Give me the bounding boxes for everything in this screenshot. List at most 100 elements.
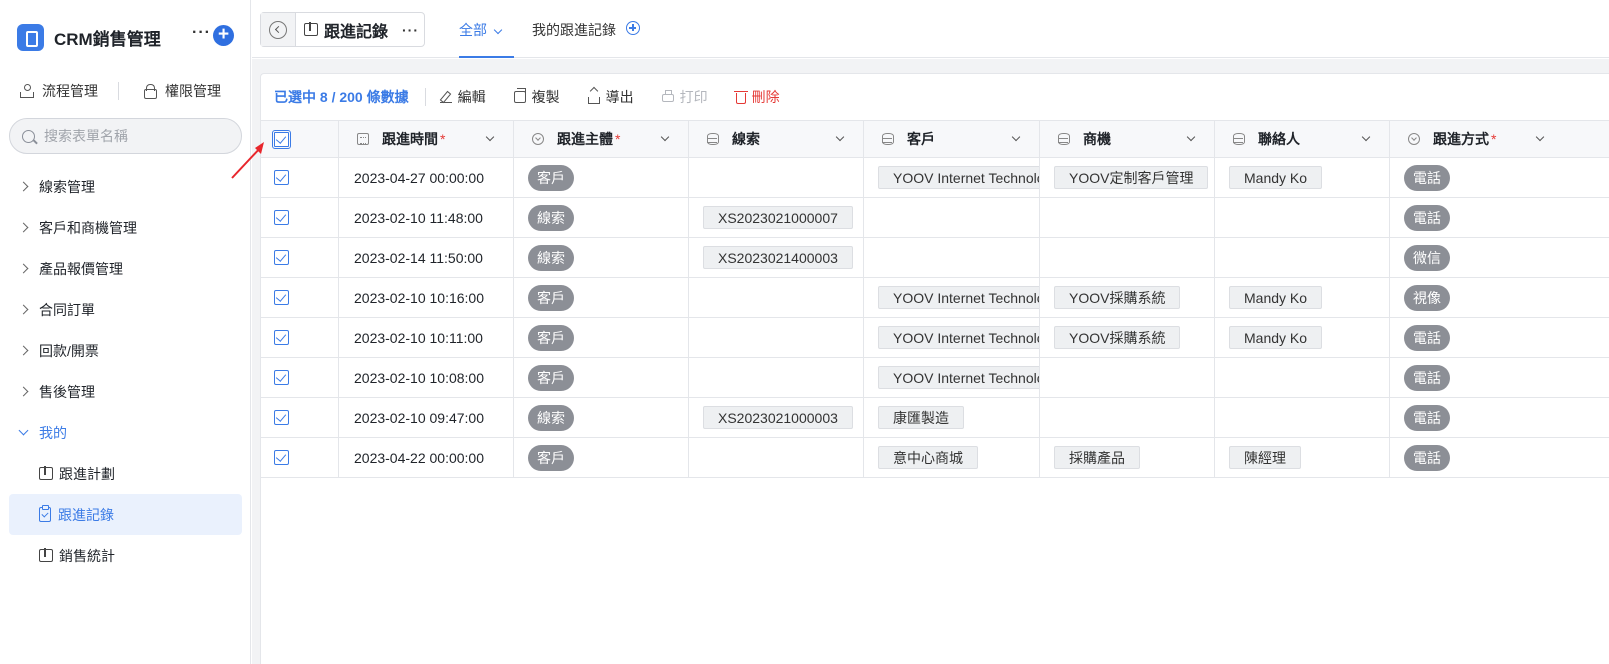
table-row[interactable]: 2023-02-10 09:47:00 線索 XS2023021000003 康匯製造… — [261, 398, 1609, 438]
opportunity-cell[interactable] — [1040, 198, 1215, 237]
customer-cell[interactable] — [864, 198, 1040, 237]
customer-tag[interactable]: YOOV Internet Technology — [878, 366, 1039, 389]
table-row[interactable]: 2023-02-10 11:48:00 線索 XS2023021000007 電話 — [261, 198, 1609, 238]
app-more-icon[interactable]: ··· — [192, 24, 211, 42]
customer-cell[interactable]: YOOV Internet Technology — [864, 278, 1040, 317]
nav-item-mine[interactable]: 我的 — [0, 412, 251, 453]
time-cell[interactable]: 2023-02-10 11:48:00 — [339, 198, 514, 237]
app-add-button[interactable]: + — [213, 25, 234, 46]
subject-cell[interactable]: 客戶 — [514, 318, 689, 357]
opportunity-cell[interactable]: YOOV採購系統 — [1040, 278, 1215, 317]
method-cell[interactable]: 電話 — [1390, 318, 1609, 357]
lead-tag[interactable]: XS2023021000007 — [703, 206, 853, 229]
opportunity-tag[interactable]: 採購產品 — [1054, 446, 1140, 469]
chevron-down-icon[interactable] — [835, 132, 845, 142]
row-checkbox[interactable] — [274, 290, 289, 305]
lead-tag[interactable]: XS2023021000003 — [703, 406, 853, 429]
opportunity-cell[interactable]: YOOV定制客戶管理 — [1040, 158, 1215, 197]
permission-management-button[interactable]: 權限管理 — [143, 81, 221, 101]
chevron-down-icon[interactable] — [660, 132, 670, 142]
table-row[interactable]: 2023-04-22 00:00:00 客戶 意中心商城 採購產品 陳經理 電話 — [261, 438, 1609, 478]
customer-cell[interactable]: YOOV Internet Technology — [864, 318, 1040, 357]
lead-cell[interactable] — [689, 318, 864, 357]
customer-cell[interactable]: YOOV Internet Technology — [864, 158, 1040, 197]
time-cell[interactable]: 2023-02-10 10:16:00 — [339, 278, 514, 317]
delete-button[interactable]: 刪除 — [733, 87, 780, 107]
contact-cell[interactable]: Mandy Ko — [1215, 158, 1390, 197]
contact-cell[interactable] — [1215, 198, 1390, 237]
contact-cell[interactable] — [1215, 358, 1390, 397]
method-cell[interactable]: 電話 — [1390, 398, 1609, 437]
row-checkbox[interactable] — [274, 450, 289, 465]
sub-item-follow-records[interactable]: 跟進記錄 — [9, 494, 242, 535]
add-view-icon[interactable] — [626, 21, 640, 35]
opportunity-tag[interactable]: YOOV定制客戶管理 — [1054, 166, 1209, 189]
column-header-subject[interactable]: 跟進主體 * — [514, 121, 689, 157]
subject-cell[interactable]: 客戶 — [514, 438, 689, 477]
row-checkbox[interactable] — [274, 330, 289, 345]
opportunity-cell[interactable] — [1040, 238, 1215, 277]
tab-my-records[interactable]: 我的跟進記錄 — [532, 20, 640, 58]
copy-button[interactable]: 複製 — [513, 87, 560, 107]
subject-cell[interactable]: 線索 — [514, 198, 689, 237]
sub-item-follow-plan[interactable]: 跟進計劃 — [9, 453, 242, 494]
contact-cell[interactable]: Mandy Ko — [1215, 278, 1390, 317]
time-cell[interactable]: 2023-02-10 10:11:00 — [339, 318, 514, 357]
time-cell[interactable]: 2023-02-14 11:50:00 — [339, 238, 514, 277]
subject-cell[interactable]: 線索 — [514, 398, 689, 437]
lead-cell[interactable] — [689, 438, 864, 477]
contact-cell[interactable]: Mandy Ko — [1215, 318, 1390, 357]
table-row[interactable]: 2023-02-10 10:16:00 客戶 YOOV Internet Techn… — [261, 278, 1609, 318]
opportunity-cell[interactable] — [1040, 398, 1215, 437]
contact-tag[interactable]: Mandy Ko — [1229, 166, 1323, 189]
lead-cell[interactable] — [689, 158, 864, 197]
row-checkbox[interactable] — [274, 410, 289, 425]
tab-all[interactable]: 全部 — [459, 20, 514, 58]
time-cell[interactable]: 2023-04-22 00:00:00 — [339, 438, 514, 477]
flow-management-button[interactable]: 流程管理 — [20, 81, 98, 101]
lead-tag[interactable]: XS2023021400003 — [703, 246, 853, 269]
export-button[interactable]: 導出 — [587, 87, 634, 107]
method-cell[interactable]: 電話 — [1390, 158, 1609, 197]
opportunity-tag[interactable]: YOOV採購系統 — [1054, 326, 1181, 349]
subject-cell[interactable]: 線索 — [514, 238, 689, 277]
nav-item-customers[interactable]: 客戶和商機管理 — [0, 207, 251, 248]
contact-cell[interactable] — [1215, 398, 1390, 437]
contact-tag[interactable]: Mandy Ko — [1229, 286, 1323, 309]
time-cell[interactable]: 2023-02-10 09:47:00 — [339, 398, 514, 437]
contact-cell[interactable]: 陳經理 — [1215, 438, 1390, 477]
time-cell[interactable]: 2023-02-10 10:08:00 — [339, 358, 514, 397]
lead-cell[interactable]: XS2023021000003 — [689, 398, 864, 437]
column-header-opportunity[interactable]: 商機 — [1040, 121, 1215, 157]
chevron-down-icon[interactable] — [1535, 132, 1545, 142]
column-header-lead[interactable]: 線索 — [689, 121, 864, 157]
table-row[interactable]: 2023-04-27 00:00:00 客戶 YOOV Internet Techn… — [261, 158, 1609, 198]
column-header-contact[interactable]: 聯絡人 — [1215, 121, 1390, 157]
lead-cell[interactable]: XS2023021000007 — [689, 198, 864, 237]
nav-item-quotes[interactable]: 產品報價管理 — [0, 248, 251, 289]
nav-item-contracts[interactable]: 合同訂單 — [0, 289, 251, 330]
contact-tag[interactable]: Mandy Ko — [1229, 326, 1323, 349]
chevron-down-icon[interactable] — [1361, 132, 1371, 142]
customer-tag[interactable]: YOOV Internet Technology — [878, 326, 1039, 349]
chevron-down-icon[interactable] — [485, 132, 495, 142]
method-cell[interactable]: 電話 — [1390, 198, 1609, 237]
table-row[interactable]: 2023-02-10 10:11:00 客戶 YOOV Internet Techn… — [261, 318, 1609, 358]
subject-cell[interactable]: 客戶 — [514, 358, 689, 397]
customer-tag[interactable]: 康匯製造 — [878, 406, 964, 429]
method-cell[interactable]: 視像 — [1390, 278, 1609, 317]
row-checkbox[interactable] — [274, 210, 289, 225]
time-cell[interactable]: 2023-04-27 00:00:00 — [339, 158, 514, 197]
method-cell[interactable]: 電話 — [1390, 358, 1609, 397]
customer-tag[interactable]: 意中心商城 — [878, 446, 978, 469]
method-cell[interactable]: 電話 — [1390, 438, 1609, 477]
page-more-icon[interactable]: ··· — [402, 22, 419, 38]
table-row[interactable]: 2023-02-10 10:08:00 客戶 YOOV Internet Techn… — [261, 358, 1609, 398]
contact-tag[interactable]: 陳經理 — [1229, 446, 1301, 469]
customer-cell[interactable]: 意中心商城 — [864, 438, 1040, 477]
back-button[interactable] — [261, 13, 296, 46]
customer-cell[interactable] — [864, 238, 1040, 277]
column-header-method[interactable]: 跟進方式 * — [1390, 121, 1609, 157]
lead-cell[interactable] — [689, 278, 864, 317]
row-checkbox[interactable] — [274, 370, 289, 385]
